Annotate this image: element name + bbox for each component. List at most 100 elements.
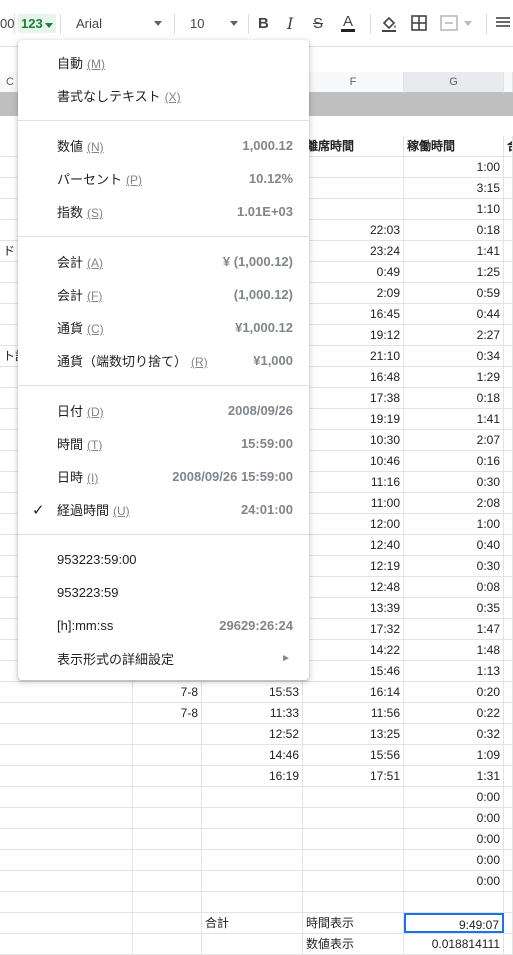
cell-g[interactable]: 0:34 bbox=[404, 346, 504, 366]
menu-item-12[interactable]: ✓ 経過時間 (U) 24:01:00 bbox=[18, 493, 309, 526]
cell-g[interactable]: 0:59 bbox=[404, 283, 504, 303]
menu-item-2[interactable]: 数値 (N) 1,000.12 bbox=[18, 129, 309, 162]
cell-c[interactable] bbox=[0, 787, 133, 807]
cell-h[interactable] bbox=[504, 892, 513, 912]
text-color-icon[interactable]: A bbox=[341, 0, 356, 46]
cell-g[interactable]: 1:09 bbox=[404, 745, 504, 765]
cell-h[interactable] bbox=[504, 241, 513, 261]
cell-d[interactable] bbox=[133, 892, 202, 912]
cell-g[interactable]: 0:35 bbox=[404, 598, 504, 618]
menu-item-13[interactable]: 953223:59:00 bbox=[18, 543, 309, 576]
cell-f[interactable] bbox=[303, 787, 404, 807]
cell-g[interactable]: 0:18 bbox=[404, 388, 504, 408]
cell-g[interactable]: 0:22 bbox=[404, 703, 504, 723]
cell-h[interactable] bbox=[504, 514, 513, 534]
cell-g[interactable]: 1:48 bbox=[404, 640, 504, 660]
cell-h[interactable]: 合 bbox=[504, 136, 513, 156]
cell-e[interactable]: 15:53 bbox=[202, 682, 303, 702]
cell-f[interactable]: 10:30 bbox=[303, 430, 404, 450]
cell-f[interactable]: 16:45 bbox=[303, 304, 404, 324]
cell-e[interactable]: 16:19 bbox=[202, 766, 303, 786]
cell-g[interactable]: 稼働時間 bbox=[404, 136, 504, 156]
cell-h[interactable] bbox=[504, 850, 513, 870]
cell-d[interactable] bbox=[133, 913, 202, 933]
cell-h[interactable] bbox=[504, 157, 513, 177]
cell-c[interactable] bbox=[0, 829, 133, 849]
cell-f[interactable]: 数値表示 bbox=[303, 934, 404, 954]
cell-g[interactable]: 0:18 bbox=[404, 220, 504, 240]
cell-f[interactable]: 時間表示 bbox=[303, 913, 404, 933]
cell-c[interactable] bbox=[0, 913, 133, 933]
cell-h[interactable] bbox=[504, 934, 513, 954]
cell-d[interactable] bbox=[133, 808, 202, 828]
cell-h[interactable] bbox=[504, 913, 513, 933]
cell-h[interactable] bbox=[504, 535, 513, 555]
cell-c[interactable] bbox=[0, 745, 133, 765]
cell-h[interactable] bbox=[504, 283, 513, 303]
format-button[interactable]: 123 bbox=[18, 13, 56, 33]
cell-f[interactable] bbox=[303, 808, 404, 828]
cell-c[interactable] bbox=[0, 892, 133, 912]
cell-f[interactable]: 2:09 bbox=[303, 283, 404, 303]
cell-h[interactable] bbox=[504, 745, 513, 765]
cell-h[interactable] bbox=[504, 409, 513, 429]
cell-e[interactable] bbox=[202, 850, 303, 870]
cell-d[interactable]: 7-8 bbox=[133, 682, 202, 702]
menu-item-16[interactable]: 表示形式の詳細設定 ► bbox=[18, 642, 309, 675]
cell-g[interactable]: 2:07 bbox=[404, 430, 504, 450]
cell-h[interactable] bbox=[504, 304, 513, 324]
cell-d[interactable] bbox=[133, 766, 202, 786]
cell-h[interactable] bbox=[504, 619, 513, 639]
cell-f[interactable] bbox=[303, 871, 404, 891]
cell-d[interactable] bbox=[133, 724, 202, 744]
column-header-g[interactable]: G bbox=[404, 72, 504, 93]
cell-h[interactable] bbox=[504, 787, 513, 807]
cell-h[interactable] bbox=[504, 556, 513, 576]
menu-item-8[interactable]: 通貨（端数切り捨て） (R) ¥1,000 bbox=[18, 344, 309, 377]
cell-h[interactable] bbox=[504, 598, 513, 618]
cell-f[interactable]: 11:56 bbox=[303, 703, 404, 723]
cell-c[interactable] bbox=[0, 724, 133, 744]
cell-f[interactable] bbox=[303, 829, 404, 849]
menu-item-11[interactable]: 日時 (I) 2008/09/26 15:59:00 bbox=[18, 460, 309, 493]
cell-h[interactable] bbox=[504, 766, 513, 786]
cell-c[interactable] bbox=[0, 850, 133, 870]
cell-e[interactable] bbox=[202, 871, 303, 891]
cell-f[interactable]: 17:32 bbox=[303, 619, 404, 639]
cell-f[interactable]: 14:22 bbox=[303, 640, 404, 660]
cell-f[interactable]: 17:51 bbox=[303, 766, 404, 786]
menu-item-3[interactable]: パーセント (P) 10.12% bbox=[18, 162, 309, 195]
menu-item-9[interactable]: 日付 (D) 2008/09/26 bbox=[18, 394, 309, 427]
cell-f[interactable]: 13:39 bbox=[303, 598, 404, 618]
cell-f[interactable]: 16:14 bbox=[303, 682, 404, 702]
column-header-h[interactable] bbox=[504, 72, 513, 93]
cell-g[interactable] bbox=[404, 892, 504, 912]
cell-e[interactable]: 14:46 bbox=[202, 745, 303, 765]
cell-f[interactable]: 0:49 bbox=[303, 262, 404, 282]
cell-h[interactable] bbox=[504, 388, 513, 408]
cell-d[interactable] bbox=[133, 934, 202, 954]
cell-g[interactable]: 1:29 bbox=[404, 367, 504, 387]
cell-h[interactable] bbox=[504, 682, 513, 702]
cell-f[interactable]: 19:19 bbox=[303, 409, 404, 429]
cell-h[interactable] bbox=[504, 220, 513, 240]
cell-g[interactable]: 0.018814111 bbox=[404, 934, 504, 954]
cell-g[interactable]: 0:00 bbox=[404, 829, 504, 849]
cell-e[interactable] bbox=[202, 829, 303, 849]
cell-c[interactable] bbox=[0, 766, 133, 786]
cell-g[interactable]: 1:31 bbox=[404, 766, 504, 786]
cell-h[interactable] bbox=[504, 703, 513, 723]
cell-c[interactable] bbox=[0, 682, 133, 702]
cell-e[interactable] bbox=[202, 787, 303, 807]
cell-f[interactable]: 21:10 bbox=[303, 346, 404, 366]
cell-e[interactable]: 12:52 bbox=[202, 724, 303, 744]
cell-g[interactable]: 0:20 bbox=[404, 682, 504, 702]
cell-f[interactable]: 16:48 bbox=[303, 367, 404, 387]
cell-f[interactable]: 15:46 bbox=[303, 661, 404, 681]
cell-h[interactable] bbox=[504, 829, 513, 849]
cell-c[interactable] bbox=[0, 934, 133, 954]
cell-h[interactable] bbox=[504, 871, 513, 891]
cell-g[interactable]: 0:08 bbox=[404, 577, 504, 597]
cell-f[interactable]: 12:00 bbox=[303, 514, 404, 534]
cell-g[interactable]: 1:00 bbox=[404, 157, 504, 177]
